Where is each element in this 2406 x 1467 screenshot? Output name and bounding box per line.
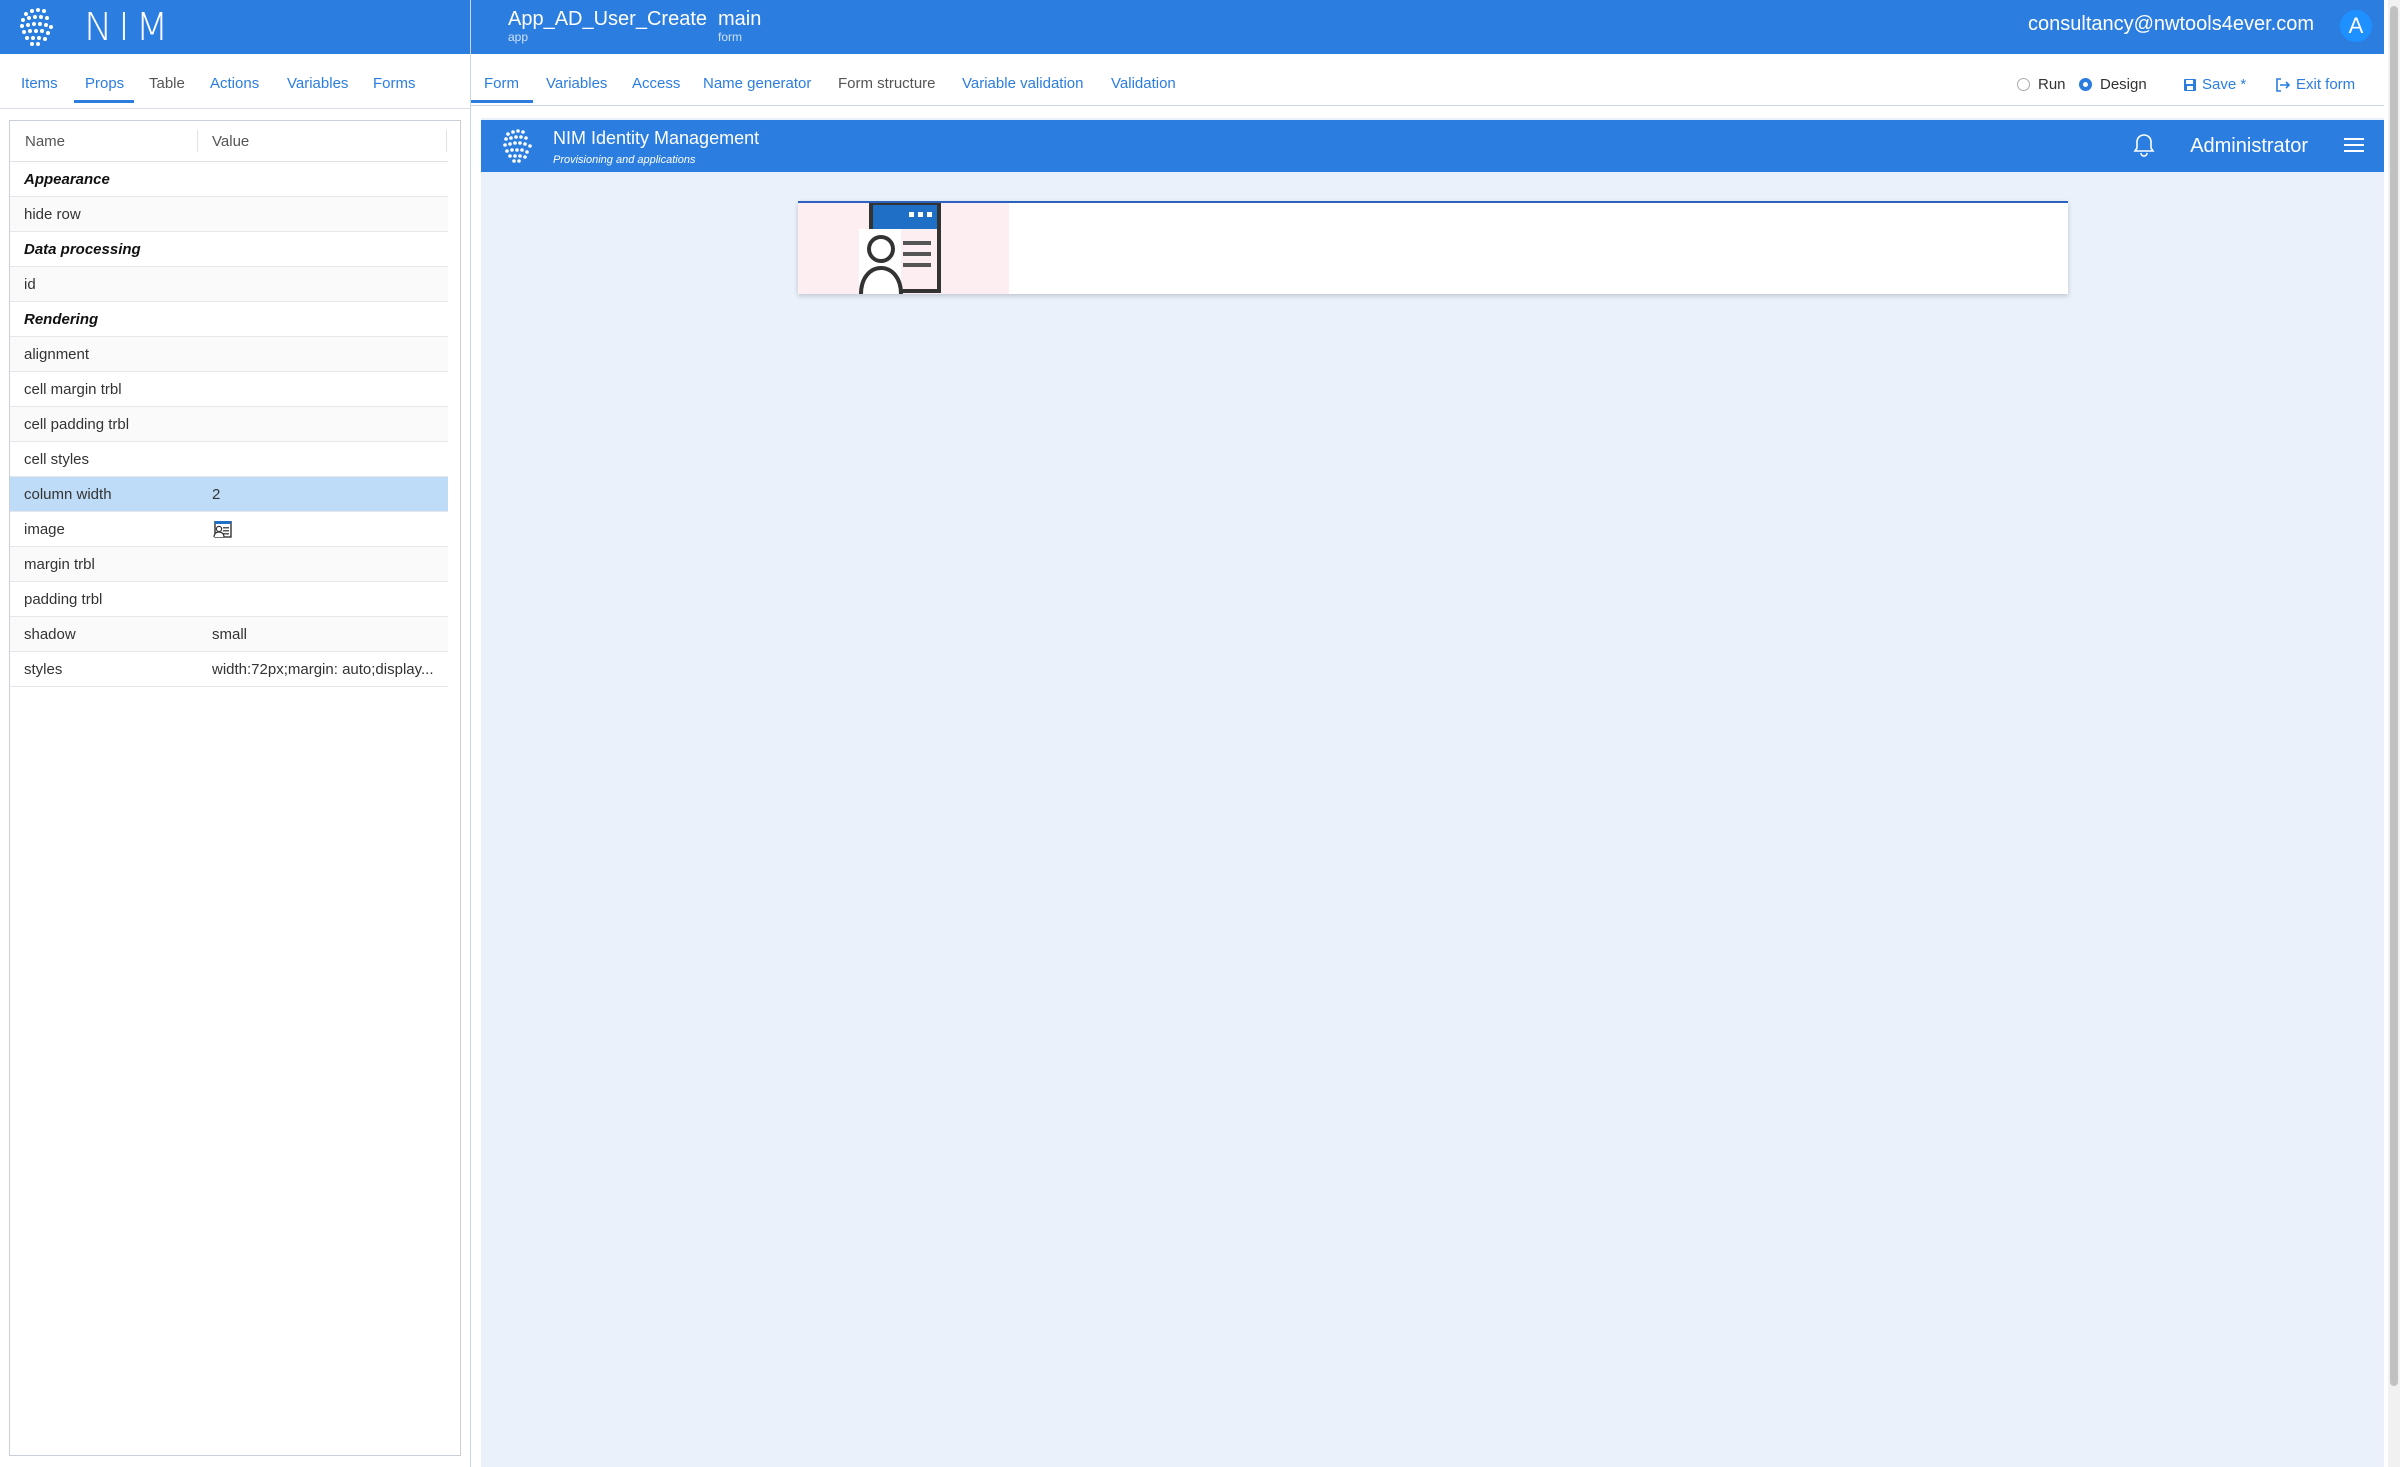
hamburger-menu-icon[interactable] (2344, 136, 2364, 154)
properties-grid: Name Value Appearance hide row Data proces… (9, 120, 461, 1456)
property-name: column width (24, 486, 112, 503)
breadcrumb-form-name: main (718, 8, 762, 30)
tab-variables[interactable]: Variables (287, 54, 348, 106)
property-row[interactable]: cell margin trbl (10, 372, 448, 407)
column-header-value[interactable]: Value (212, 133, 249, 150)
grid-header: Name Value (10, 121, 448, 162)
property-name: cell margin trbl (24, 381, 122, 398)
property-name: margin trbl (24, 556, 95, 573)
preview-app-subtitle: Provisioning and applications (553, 154, 696, 166)
exit-icon (2276, 77, 2291, 92)
property-row[interactable]: padding trbl (10, 582, 448, 617)
property-group-label: Rendering (24, 311, 99, 328)
tab-table[interactable]: Table (149, 54, 185, 106)
breadcrumb-app-type: app (508, 30, 529, 44)
tab-validation[interactable]: Validation (1111, 54, 1176, 106)
property-name: id (24, 276, 36, 293)
user-email[interactable]: consultancy@nwtools4ever.com (2028, 13, 2314, 36)
left-panel-tabs: Items Props Table Actions Variables Form… (0, 54, 470, 109)
tab-form-structure[interactable]: Form structure (838, 54, 936, 106)
run-mode-radio[interactable]: Run (2017, 76, 2066, 93)
image-cell[interactable] (798, 203, 1009, 294)
exit-form-button[interactable]: Exit form (2275, 76, 2355, 93)
property-group-row[interactable]: Data processing (10, 232, 448, 267)
design-mode-radio[interactable]: Design (2079, 76, 2147, 93)
design-label: Design (2100, 76, 2147, 93)
save-icon (2184, 78, 2196, 91)
property-row[interactable]: shadow small (10, 617, 448, 652)
design-radio-dot (2079, 78, 2092, 91)
property-group-row[interactable]: Appearance (10, 162, 448, 197)
tab-props[interactable]: Props (74, 54, 134, 103)
property-row[interactable]: margin trbl (10, 547, 448, 582)
preview-user-label[interactable]: Administrator (2190, 135, 2308, 158)
property-row[interactable]: cell styles (10, 442, 448, 477)
tab-form[interactable]: Form (471, 54, 533, 103)
preview-app-title: NIM Identity Management (553, 128, 760, 148)
property-row[interactable]: styles width:72px;margin: auto;display... (10, 652, 448, 687)
page-scrollbar[interactable] (2388, 0, 2400, 1467)
brand-bar: NIM (0, 0, 470, 54)
panel-divider (470, 0, 471, 1467)
property-name: styles (24, 661, 63, 678)
property-name: cell padding trbl (24, 416, 130, 433)
tab-access[interactable]: Access (632, 54, 680, 106)
property-value[interactable]: 2 (212, 486, 442, 503)
tab-form-variables[interactable]: Variables (546, 54, 607, 106)
breadcrumb-app[interactable]: App_AD_User_Create app (508, 8, 707, 44)
property-name: alignment (24, 346, 90, 363)
run-radio-dot (2017, 78, 2030, 91)
preview-logo-icon (503, 129, 532, 163)
form-editor-tabs: Form Variables Access Name generator For… (471, 54, 2384, 106)
property-row[interactable]: hide row (10, 197, 448, 232)
app-header-bar: App_AD_User_Create app main form consult… (470, 0, 2384, 54)
form-design-canvas: NIM Identity Management Provisioning and… (481, 118, 2384, 1467)
user-avatar[interactable]: A (2340, 10, 2372, 42)
run-label: Run (2038, 76, 2066, 93)
breadcrumb-app-name: App_AD_User_Create (508, 8, 707, 30)
property-row[interactable]: id (10, 267, 448, 302)
property-group-row[interactable]: Rendering (10, 302, 448, 337)
tab-items[interactable]: Items (21, 54, 58, 106)
preview-app-header: NIM Identity Management Provisioning and… (481, 120, 2384, 172)
bell-icon[interactable] (2132, 132, 2156, 158)
property-row[interactable]: column width 2 (10, 477, 448, 512)
tab-forms[interactable]: Forms (373, 54, 416, 106)
property-row[interactable]: cell padding trbl (10, 407, 448, 442)
scrollbar-thumb[interactable] (2390, 6, 2398, 1386)
property-group-label: Appearance (24, 171, 110, 188)
property-name: image (24, 521, 65, 538)
property-row[interactable]: alignment (10, 337, 448, 372)
user-card-icon (859, 203, 941, 294)
property-value[interactable] (212, 521, 442, 542)
column-header-name[interactable]: Name (25, 133, 65, 150)
nim-logo-icon (20, 8, 53, 46)
property-value[interactable]: small (212, 626, 442, 643)
breadcrumb-form-type: form (718, 30, 742, 44)
property-group-label: Data processing (24, 241, 141, 258)
property-name: hide row (24, 206, 81, 223)
user-card-icon (213, 521, 232, 538)
save-label: Save * (2202, 76, 2247, 93)
brand-name: NIM (84, 5, 175, 49)
breadcrumb-form[interactable]: main form (718, 8, 761, 44)
exit-label: Exit form (2296, 76, 2356, 93)
save-button[interactable]: Save * (2183, 76, 2246, 93)
property-name: padding trbl (24, 591, 103, 608)
tab-variable-validation[interactable]: Variable validation (962, 54, 1083, 106)
property-value[interactable]: width:72px;margin: auto;display... (212, 661, 442, 678)
tab-actions[interactable]: Actions (210, 54, 259, 106)
tab-name-generator[interactable]: Name generator (703, 54, 811, 106)
property-name: shadow (24, 626, 76, 643)
property-row[interactable]: image (10, 512, 448, 547)
property-name: cell styles (24, 451, 90, 468)
form-row-card[interactable] (798, 201, 2068, 294)
